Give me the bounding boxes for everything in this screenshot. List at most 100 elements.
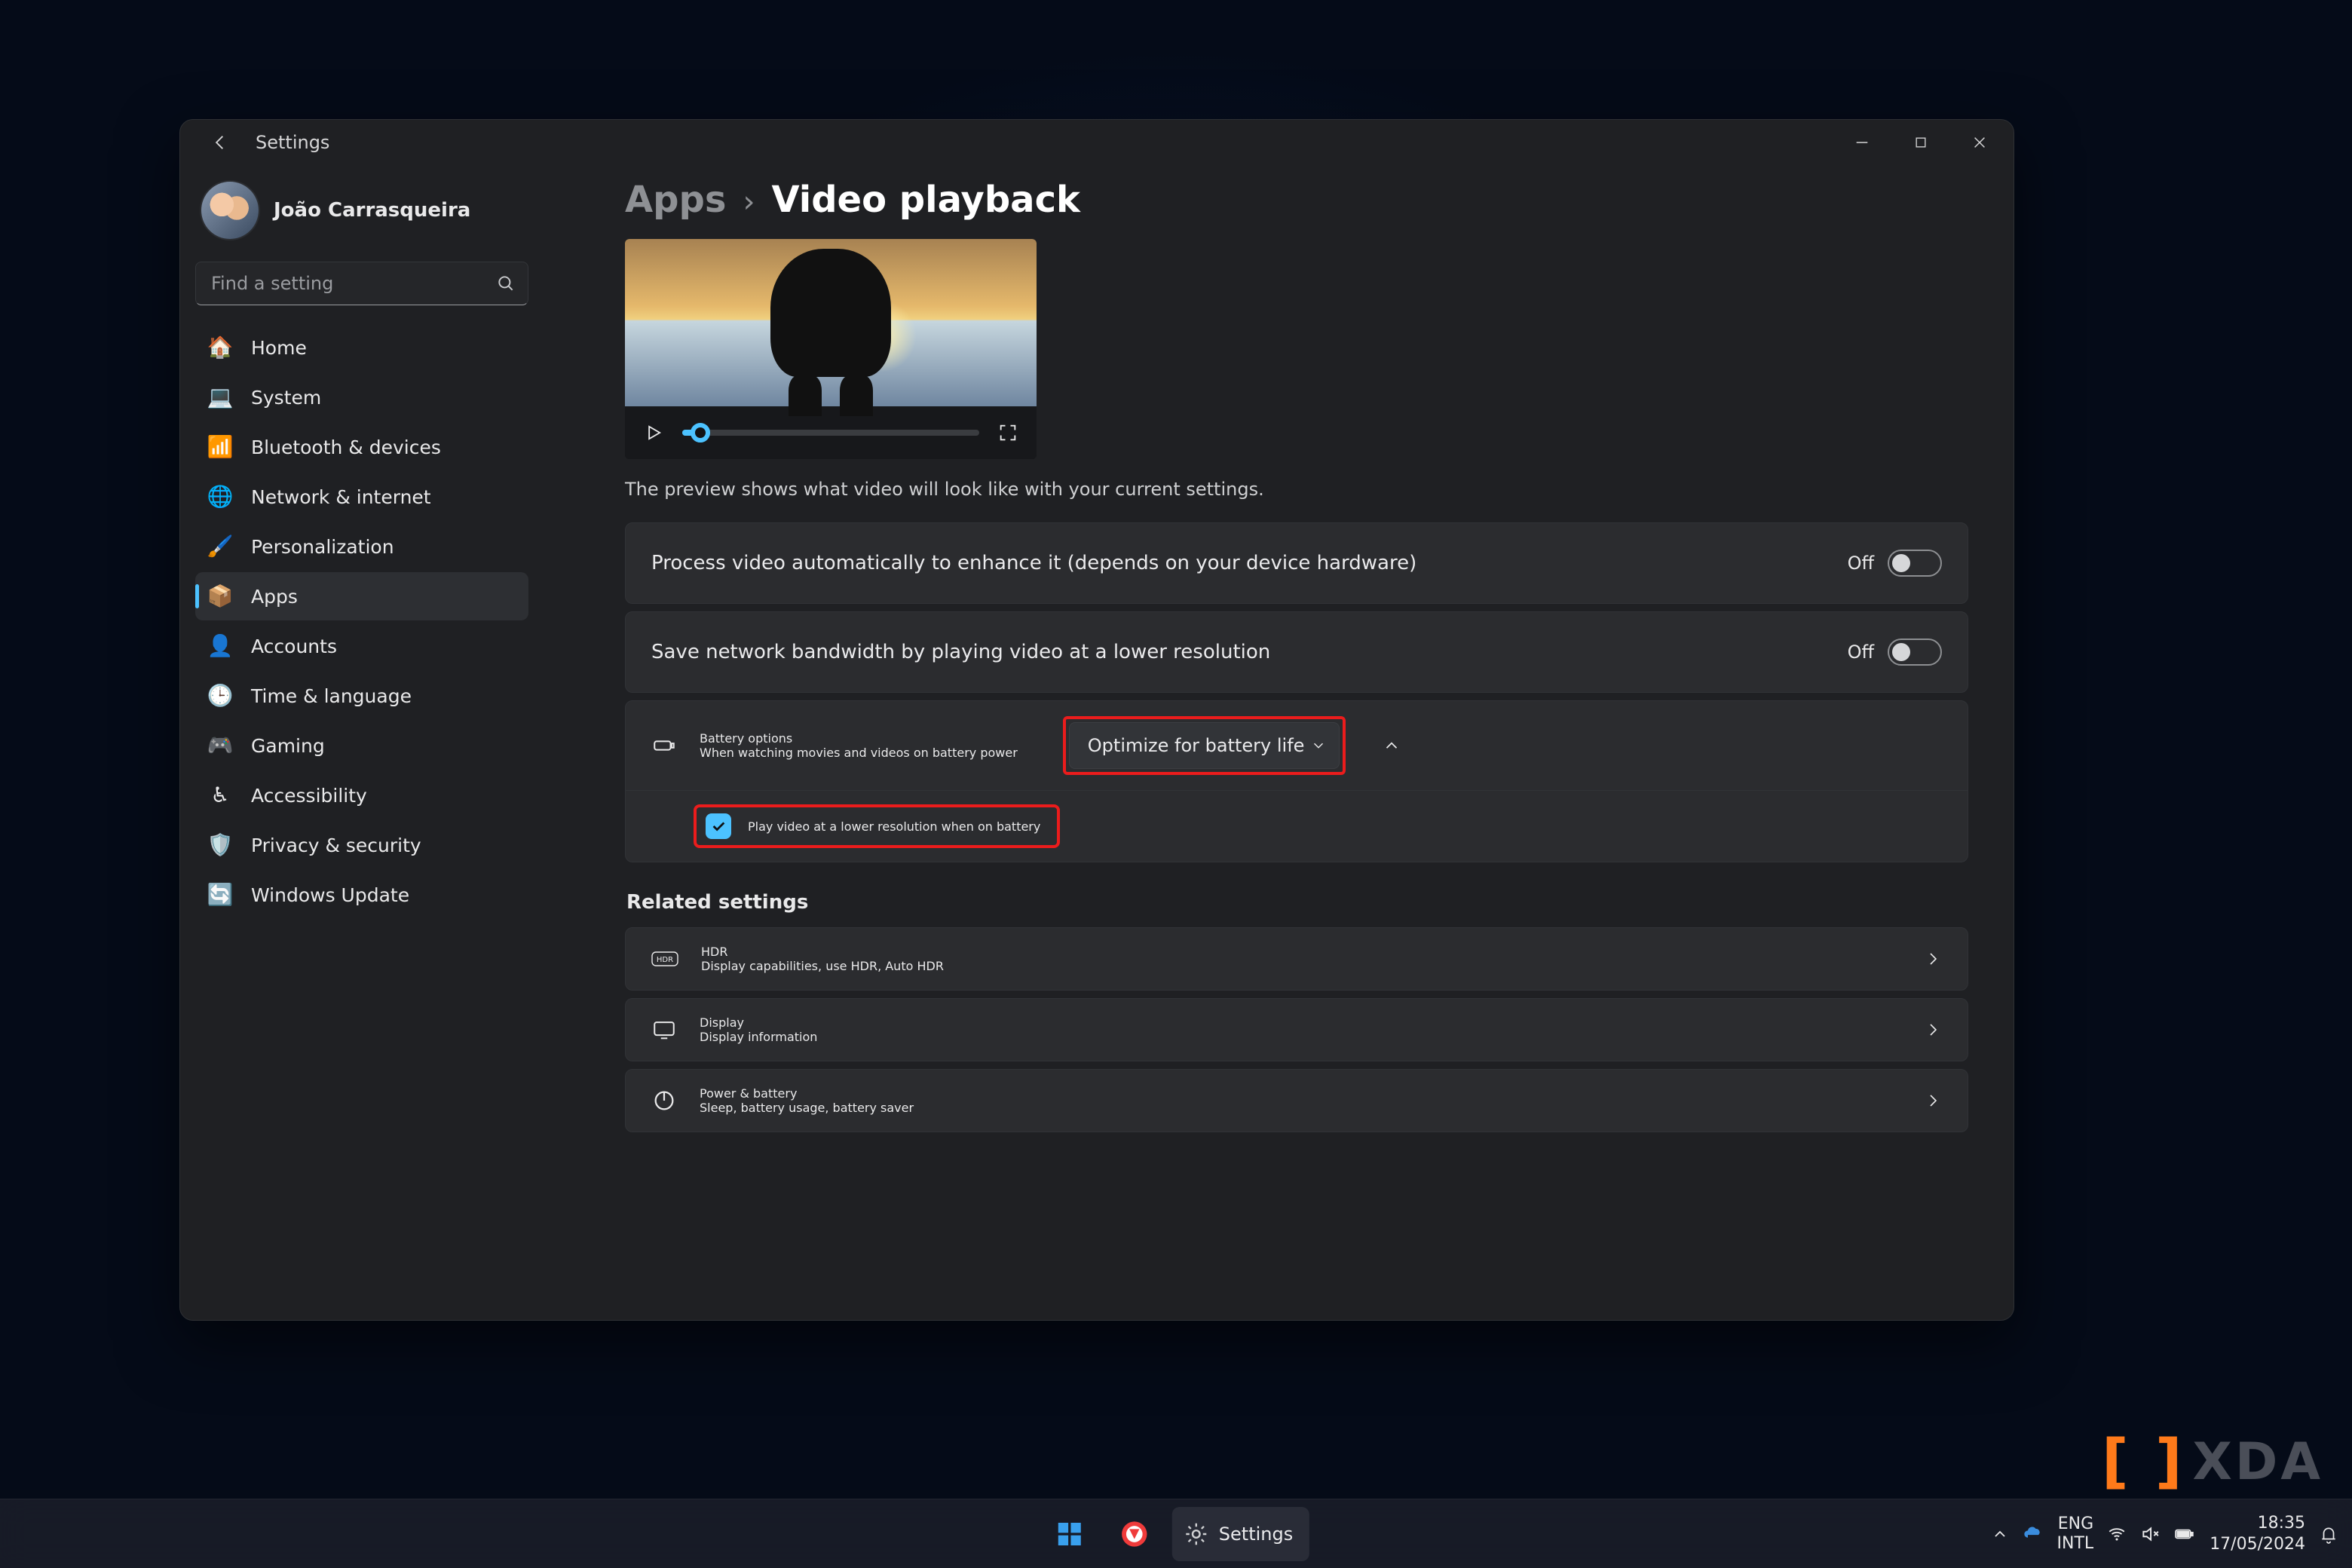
main-content: Apps › Video playback — [544, 165, 2014, 1320]
chevron-right-icon — [1924, 1021, 1942, 1039]
maximize-button[interactable] — [1891, 121, 1950, 164]
xda-watermark: [ ]XDA — [2102, 1428, 2323, 1496]
breadcrumb: Apps › Video playback — [625, 179, 1968, 221]
taskbar-clock[interactable]: 18:35 17/05/2024 — [2210, 1513, 2305, 1554]
setting-process-video-enhance: Process video automatically to enhance i… — [625, 522, 1968, 604]
setting-label: Save network bandwidth by playing video … — [651, 641, 1270, 663]
sidebar-item-label: Personalization — [251, 536, 394, 558]
sidebar-item-label: Privacy & security — [251, 835, 421, 856]
sidebar-item-bluetooth-devices[interactable]: 📶 Bluetooth & devices — [195, 423, 528, 471]
breadcrumb-parent[interactable]: Apps — [625, 179, 726, 221]
back-button[interactable] — [200, 121, 242, 164]
setting-title: Battery options — [700, 731, 1018, 746]
sidebar-item-label: Bluetooth & devices — [251, 436, 441, 458]
link-title: Power & battery — [700, 1086, 914, 1101]
titlebar: Settings — [180, 120, 2014, 165]
bluetooth-icon: 📶 — [207, 434, 233, 460]
taskbar-app-label: Settings — [1219, 1524, 1293, 1545]
profile-block[interactable]: João Carrasqueira — [195, 173, 528, 256]
search-input[interactable] — [211, 273, 485, 294]
sidebar-item-personalization[interactable]: 🖌️ Personalization — [195, 522, 528, 571]
toggle-switch[interactable] — [1888, 550, 1942, 577]
start-button[interactable] — [1043, 1507, 1097, 1561]
display-icon — [651, 1017, 677, 1043]
profile-name: João Carrasqueira — [274, 199, 470, 222]
video-controls — [625, 406, 1037, 459]
settings-window: Settings João Carrasqueira — [179, 119, 2014, 1321]
battery-options-header[interactable]: Battery options When watching movies and… — [626, 701, 1968, 790]
sidebar-item-gaming[interactable]: 🎮 Gaming — [195, 721, 528, 770]
tray-status-icons[interactable] — [2107, 1524, 2196, 1544]
link-subtitle: Display information — [700, 1030, 817, 1044]
taskbar-app-vivaldi[interactable] — [1107, 1507, 1162, 1561]
related-settings-heading: Related settings — [626, 891, 1968, 914]
chevron-right-icon: › — [743, 185, 755, 219]
toggle-state-label: Off — [1848, 553, 1874, 574]
sidebar-item-windows-update[interactable]: 🔄Windows Update — [195, 871, 528, 919]
avatar — [201, 182, 259, 239]
tray-overflow-icon[interactable] — [1991, 1525, 2009, 1543]
chevron-right-icon — [1924, 950, 1942, 968]
notifications-icon[interactable] — [2319, 1524, 2338, 1544]
related-power-battery[interactable]: Power & battery Sleep, battery usage, ba… — [625, 1069, 1968, 1132]
dropdown-value: Optimize for battery life — [1088, 735, 1305, 756]
seek-knob[interactable] — [691, 423, 710, 443]
seek-slider[interactable] — [682, 430, 979, 436]
apps-icon: 📦 — [207, 583, 233, 609]
sidebar-item-label: Apps — [251, 586, 298, 608]
sidebar-item-label: Home — [251, 337, 307, 359]
link-subtitle: Sleep, battery usage, battery saver — [700, 1101, 914, 1115]
wifi-icon: 🌐 — [207, 484, 233, 510]
sidebar: João Carrasqueira 🏠 Home 💻System 📶 Bluetoo… — [180, 165, 544, 1320]
sidebar-nav: 🏠 Home 💻System 📶 Bluetooth & devices 🌐 Netw… — [195, 323, 528, 919]
accessibility-icon: ♿ — [207, 782, 233, 808]
gamepad-icon: 🎮 — [207, 733, 233, 758]
sidebar-item-label: Network & internet — [251, 486, 431, 508]
battery-optimize-dropdown[interactable]: Optimize for battery life — [1069, 722, 1340, 769]
checkbox-label: Play video at a lower resolution when on… — [748, 819, 1040, 834]
sidebar-item-accounts[interactable]: 👤Accounts — [195, 622, 528, 670]
sidebar-item-network-internet[interactable]: 🌐 Network & internet — [195, 473, 528, 521]
volume-mute-icon — [2140, 1524, 2160, 1544]
video-preview — [625, 239, 1037, 459]
sidebar-item-time-language[interactable]: 🕒Time & language — [195, 672, 528, 720]
taskbar: Settings ENG INTL 18:35 17/05/2024 — [0, 1499, 2352, 1568]
close-button[interactable] — [1950, 121, 2009, 164]
sidebar-item-apps[interactable]: 📦 Apps — [195, 572, 528, 620]
toggle-switch[interactable] — [1888, 639, 1942, 666]
sidebar-item-accessibility[interactable]: ♿Accessibility — [195, 771, 528, 819]
tray-onedrive-icon[interactable] — [2023, 1524, 2044, 1545]
setting-subtitle: When watching movies and videos on batte… — [700, 746, 1018, 760]
related-display[interactable]: Display Display information — [625, 998, 1968, 1061]
language-indicator[interactable]: ENG INTL — [2057, 1514, 2094, 1553]
minimize-button[interactable] — [1833, 121, 1891, 164]
hdr-icon: HDR — [651, 948, 678, 970]
link-title: HDR — [701, 945, 944, 959]
setting-label: Process video automatically to enhance i… — [651, 552, 1416, 574]
svg-text:HDR: HDR — [657, 956, 673, 964]
toggle-state-label: Off — [1848, 642, 1874, 663]
search-icon — [496, 274, 516, 293]
sidebar-item-label: System — [251, 387, 321, 409]
sidebar-item-system[interactable]: 💻System — [195, 373, 528, 421]
related-hdr[interactable]: HDR HDR Display capabilities, use HDR, A… — [625, 927, 1968, 991]
search-box[interactable] — [195, 262, 528, 305]
gear-icon — [1183, 1521, 1210, 1548]
sidebar-item-label: Gaming — [251, 735, 325, 757]
setting-save-network-bandwidth: Save network bandwidth by playing video … — [625, 611, 1968, 693]
battery-lower-resolution-row: Play video at a lower resolution when on… — [626, 790, 1968, 862]
home-icon: 🏠 — [207, 335, 233, 360]
power-icon — [651, 1088, 677, 1113]
play-icon[interactable] — [643, 422, 664, 443]
checkbox[interactable] — [706, 813, 731, 839]
annotation-highlight: Play video at a lower resolution when on… — [695, 806, 1058, 847]
chevron-up-icon[interactable] — [1382, 736, 1401, 755]
fullscreen-icon[interactable] — [997, 422, 1018, 443]
setting-battery-options: Battery options When watching movies and… — [625, 700, 1968, 862]
sidebar-item-label: Time & language — [251, 685, 412, 707]
sidebar-item-privacy-security[interactable]: 🛡️Privacy & security — [195, 821, 528, 869]
taskbar-app-settings[interactable]: Settings — [1172, 1507, 1309, 1561]
link-subtitle: Display capabilities, use HDR, Auto HDR — [701, 959, 944, 973]
sidebar-item-home[interactable]: 🏠 Home — [195, 323, 528, 372]
paintbrush-icon: 🖌️ — [207, 534, 233, 559]
